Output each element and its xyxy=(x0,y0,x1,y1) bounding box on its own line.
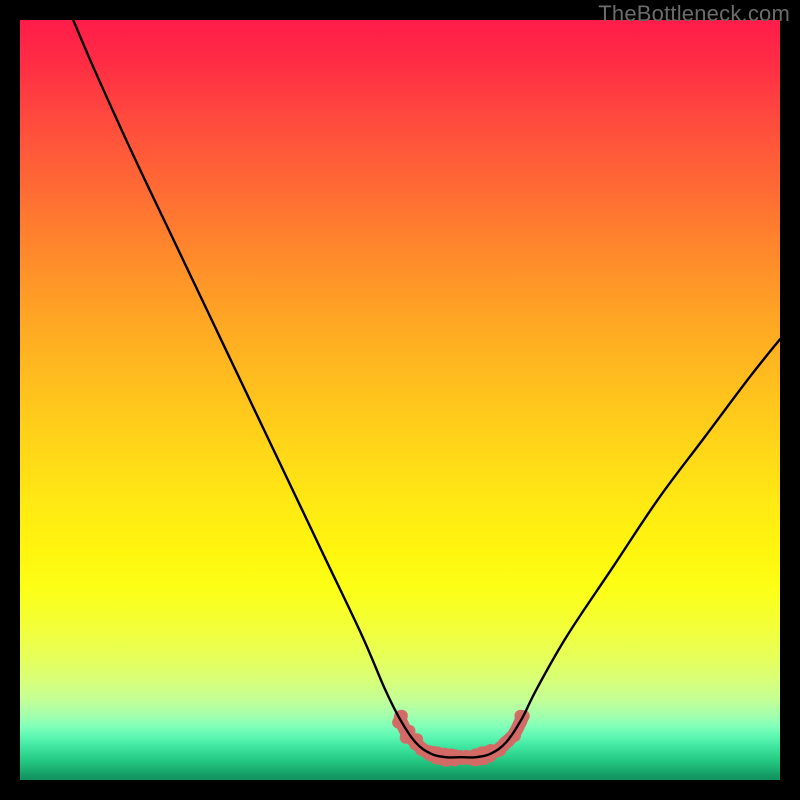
plot-area xyxy=(20,20,780,780)
chart-frame: TheBottleneck.com xyxy=(0,0,800,800)
watermark-text: TheBottleneck.com xyxy=(598,1,790,27)
main-curve xyxy=(73,20,780,758)
chart-svg xyxy=(20,20,780,780)
